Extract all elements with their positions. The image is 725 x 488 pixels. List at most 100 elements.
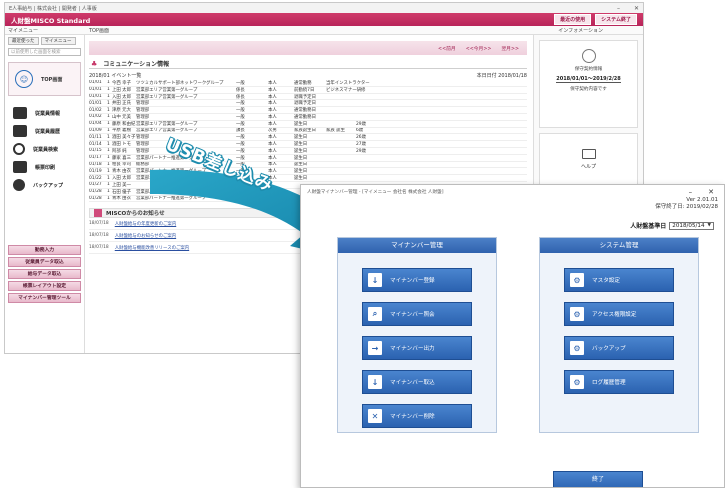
table-cell: 一般 (236, 142, 245, 148)
sidebar-nav: 従業員情報 従業員履歴 従業員検索 帳票印刷 バックアップ (8, 104, 81, 194)
version-info: Ver 2.01.01 保守終了日: 2019/02/28 (655, 197, 718, 211)
mynumber-delete-button[interactable]: ✕ マイナンバー削除 (362, 404, 472, 428)
mynumber-panel-header: マイナンバー管理 (338, 238, 496, 253)
mynumber-register-button[interactable]: ↓ マイナンバー登録 (362, 268, 472, 292)
communication-icon: ♣ (91, 59, 98, 68)
table-cell: 家族 誕生 (326, 128, 345, 134)
next-month-link[interactable]: 翌月>> (501, 45, 519, 52)
tile-label: マイナンバー照会 (390, 312, 435, 318)
output-icon: → (368, 341, 382, 355)
base-date-select[interactable]: 2018/05/14 ▼ (669, 221, 714, 230)
gear-icon: ⚙ (570, 341, 584, 355)
tab-top[interactable]: TOP画面 (83, 27, 109, 34)
table-row[interactable]: 01/02 1 山中 元美 管理部 一般 本人 通常勤務日 (89, 114, 527, 121)
backup-button[interactable]: ⚙ バックアップ (564, 336, 674, 360)
maintenance-end: 保守終了日: 2019/02/28 (655, 204, 718, 210)
table-cell: 01/14 (89, 141, 102, 147)
report-layout-button[interactable]: 帳票レイアウト設定 (8, 281, 81, 291)
table-row[interactable]: 01/02 1 津原 元大 管理部 一般 本人 通常勤務日 (89, 107, 527, 114)
sidebar-item-print[interactable]: 帳票印刷 (8, 158, 81, 176)
gear-icon: ⚙ (570, 307, 584, 321)
mynumber-tool-button[interactable]: マイナンバー管理ツール (8, 293, 81, 303)
sidebar-item-employee-search[interactable]: 従業員検索 (8, 140, 81, 158)
table-row[interactable]: 01/01 1 上田 太郎 営業部エリア営業第一グループ 係長 本人 前勤続7日 ビジネスマナ… (89, 87, 527, 94)
mymenu-label[interactable]: マイメニュー (5, 27, 83, 34)
table-cell: 石田 優子 (112, 189, 131, 195)
mynumber-import-button[interactable]: ↓ マイナンバー取込 (362, 370, 472, 394)
table-cell: 退職予定日 (294, 101, 316, 107)
communication-header: ♣ コミュニケーション情報 (89, 59, 527, 69)
minimize-icon[interactable]: – (617, 5, 620, 12)
table-row[interactable]: 01/09 1 平原 義樹 営業部エリア営業第一グループ 課長 次男 家族誕生日 家族 誕生 6… (89, 128, 527, 135)
sidebar-item-employee-info[interactable]: 従業員情報 (8, 104, 81, 122)
help-button[interactable]: ヘルプ (539, 133, 638, 185)
table-cell: 阿部 純 (112, 148, 127, 154)
minimize-icon[interactable]: – (689, 188, 693, 196)
table-cell: 一般 (236, 108, 245, 114)
table-cell: 藤家 喜三 (112, 155, 131, 161)
log-history-button[interactable]: ⚙ ログ履歴管理 (564, 370, 674, 394)
master-settings-button[interactable]: ⚙ マスタ設定 (564, 268, 674, 292)
table-cell: 次男 (268, 128, 277, 134)
table-cell: ビジネスマナー研修 (326, 87, 366, 93)
mynumber-output-button[interactable]: → マイナンバー出力 (362, 336, 472, 360)
salary-import-button[interactable]: 給与データ取込 (8, 269, 81, 279)
table-cell: 01/09 (89, 127, 102, 133)
prev-month-link[interactable]: <<前月 (438, 45, 456, 52)
sidebar-item-employee-history[interactable]: 従業員履歴 (8, 122, 81, 140)
table-row[interactable]: 01/01 1 井田 正氏 管理部 一般 本人 退職予定日 (89, 100, 527, 108)
table-cell: 01/28 (89, 195, 102, 201)
sidebar: 最近使った マイメニュー 以前使用した画面を検索 ☺ TOP画面 従業員情報 従… (5, 35, 85, 353)
gear-icon: ⚙ (570, 273, 584, 287)
tile-label: マイナンバー登録 (390, 278, 435, 284)
maintenance-label: 保守契約情報 (574, 67, 603, 72)
table-cell: 01/28 (89, 189, 102, 195)
table-cell: 相良 幸司 (112, 162, 131, 168)
table-cell: 藤原 和由紀 (112, 121, 136, 127)
close-icon[interactable]: ✕ (634, 5, 639, 12)
employee-import-button[interactable]: 従業員データ取込 (8, 257, 81, 267)
register-icon: ↓ (368, 273, 382, 287)
table-row[interactable]: 01/01 1 今西 幸子 ツツミカルサポート部ネットワークグループ 一般 本人 通常勤務当… (89, 80, 527, 87)
back-titlebar: E人事給与 | 株式会社 | 開発者 | 人事版 – ✕ (5, 3, 643, 13)
table-row[interactable]: 01/04 1 藤原 和由紀 営業部エリア営業第一グループ 一般 本人 誕生日 29歳 (89, 121, 527, 128)
sidebar-buttons: 勤務入力 従業員データ取込 給与データ取込 帳票レイアウト設定 マイナンバー管理… (8, 245, 81, 303)
book-icon (581, 148, 596, 159)
close-icon[interactable]: ✕ (708, 188, 714, 196)
table-cell: 酒田 美々子 (112, 135, 136, 141)
tab-mymenu[interactable]: マイメニュー (40, 37, 76, 45)
table-cell: 係長 (236, 87, 245, 93)
app-title: 人財盤MISCO Standard (11, 16, 91, 25)
exit-button[interactable]: 終了 (553, 471, 643, 487)
table-row[interactable]: 01/11 1 酒田 美々子 管理部 一般 本人 誕生日 26歳 (89, 134, 527, 142)
table-cell: 酒田 トモ (112, 142, 131, 148)
smile-icon (581, 49, 596, 63)
maintenance-card: 保守契約情報 2018/01/01～2019/2/28 保守契約内容です (539, 40, 638, 128)
tile-label: マイナンバー取込 (390, 380, 435, 386)
table-cell: 誕生日 (294, 121, 308, 127)
table-cell: 営業部エリア営業第一グループ (136, 94, 198, 100)
system-exit-button[interactable]: システム終了 (595, 14, 637, 25)
top-screen-button[interactable]: ☺ TOP画面 (8, 62, 81, 96)
table-cell: 管理部 (136, 114, 150, 120)
maintenance-note[interactable]: 保守契約内容です (570, 86, 607, 92)
information-label[interactable]: インフォメーション (558, 27, 643, 34)
this-month-link[interactable]: <<今月>> (466, 45, 492, 52)
sidebar-item-label: 従業員検索 (33, 146, 59, 153)
sidebar-item-backup[interactable]: バックアップ (8, 176, 81, 194)
sidebar-search-input[interactable]: 以前使用した画面を検索 (8, 48, 81, 56)
events-title: 2018/01 イベント一覧 (89, 73, 142, 79)
table-cell: 01/02 (89, 114, 102, 120)
attendance-input-button[interactable]: 勤務入力 (8, 245, 81, 255)
access-settings-button[interactable]: ⚙ アクセス権限設定 (564, 302, 674, 326)
mynumber-lookup-button[interactable]: ⌕ マイナンバー照会 (362, 302, 472, 326)
table-cell: 01/15 (89, 148, 102, 154)
table-row[interactable]: 01/01 1 入田 太郎 営業部エリア営業第一グループ 係長 本人 退職予定日 (89, 94, 527, 101)
tab-recent[interactable]: 最近使った (8, 37, 39, 45)
recent-button[interactable]: 最近の使用 (554, 14, 592, 25)
table-cell: 一般 (236, 121, 245, 127)
table-cell: 青木 由衣 (112, 169, 131, 175)
back-app-header: 人財盤MISCO Standard 最近の使用 システム終了 (5, 13, 643, 26)
month-nav: <<前月 <<今月>> 翌月>> (89, 41, 527, 55)
table-row[interactable]: 01/14 1 酒田 トモ 管理部 一般 本人 誕生日 27歳 (89, 141, 527, 148)
